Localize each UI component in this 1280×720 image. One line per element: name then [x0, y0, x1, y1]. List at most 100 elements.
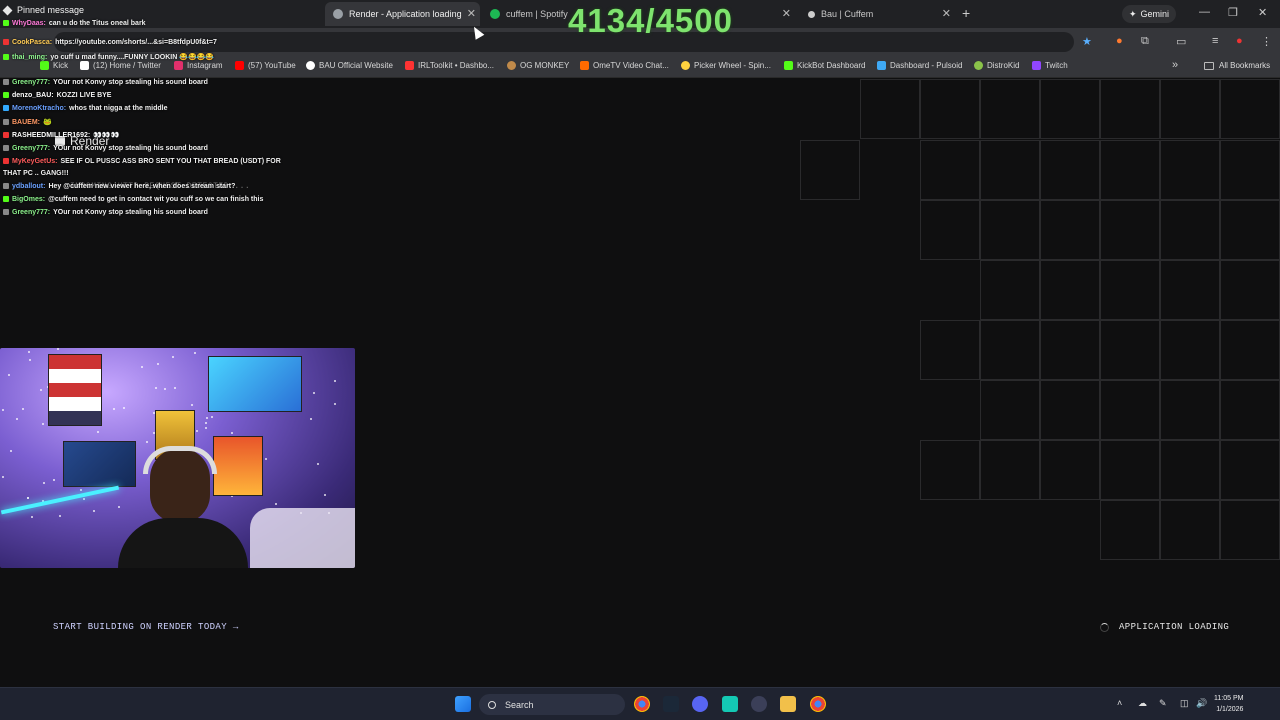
windows-start-icon[interactable]: [455, 696, 471, 712]
grid-cell: [1100, 200, 1160, 260]
bed-sheets: [250, 508, 355, 568]
grid-cell: [1220, 440, 1280, 500]
all-bookmarks-label: All Bookmarks: [1219, 61, 1271, 70]
star-icon[interactable]: ★: [1082, 35, 1092, 48]
minimize-icon[interactable]: —: [1199, 6, 1210, 18]
wifi-icon[interactable]: ◫: [1180, 698, 1189, 709]
star-light: [206, 417, 208, 419]
star-light: [265, 458, 267, 460]
tab-render[interactable]: Render - Application loading ✕: [325, 2, 480, 26]
star-light: [10, 450, 12, 452]
grid-cell: [920, 440, 980, 500]
chat-text: yo cuff u mad funny....FUNNY LOOKIN 😂😂😂😂: [50, 54, 215, 61]
grid-cell: [980, 140, 1040, 200]
star-light: [334, 403, 336, 405]
close-window-icon[interactable]: ✕: [1258, 6, 1267, 19]
puzzle-icon[interactable]: ⧉: [1141, 35, 1149, 48]
bookmark-youtube[interactable]: (57) YouTube: [235, 61, 296, 70]
chat-badge-icon: [3, 119, 9, 125]
grid-cell: [1040, 320, 1100, 380]
bookmark-bau[interactable]: BAU Official Website: [306, 61, 393, 70]
chat-badge-icon: [3, 105, 9, 111]
bookmark-pulsoid[interactable]: Dashboard - Pulsoid: [877, 61, 962, 70]
chevron-up-icon[interactable]: ˄: [1117, 698, 1122, 708]
bookmark-kickbot[interactable]: KickBot Dashboard: [784, 61, 865, 70]
grid-cell: [1100, 320, 1160, 380]
star-light: [28, 351, 30, 353]
bookmark-distrokid[interactable]: DistroKid: [974, 61, 1019, 70]
star-light: [16, 418, 18, 420]
chrome-active-icon[interactable]: [810, 696, 826, 712]
chat-badge-icon: [3, 196, 9, 202]
star-light: [172, 356, 174, 358]
streamer-body: [118, 518, 248, 568]
chrome-icon[interactable]: [634, 696, 650, 712]
profile-icon[interactable]: ●: [1236, 35, 1243, 47]
close-icon[interactable]: ✕: [782, 7, 791, 20]
volume-icon[interactable]: 🔊: [1196, 698, 1207, 709]
steam-icon[interactable]: [663, 696, 679, 712]
cloud-icon[interactable]: ☁: [1138, 698, 1147, 709]
close-icon[interactable]: ✕: [467, 7, 476, 20]
discord-icon[interactable]: [692, 696, 708, 712]
bookmark-irltoolkit[interactable]: IRLToolkit • Dashbo...: [405, 61, 494, 70]
bookmark-label: Twitch: [1045, 61, 1068, 70]
bookmark-picker-wheel[interactable]: Picker Wheel - Spin...: [681, 61, 771, 70]
restore-icon[interactable]: ❐: [1228, 6, 1238, 19]
globe-icon: [306, 61, 315, 70]
close-icon[interactable]: ✕: [942, 7, 951, 20]
grid-cell: [920, 320, 980, 380]
app-icon[interactable]: [722, 696, 738, 712]
clock-time: 11:05 PM: [1214, 695, 1244, 702]
pen-icon[interactable]: ✎: [1159, 698, 1167, 709]
bookmark-kick[interactable]: Kick: [40, 61, 68, 70]
star-light: [191, 404, 193, 406]
distrokid-icon: [974, 61, 983, 70]
tab-bau-2[interactable]: Bau | Cuffem ✕: [800, 2, 955, 26]
menu-lines-icon[interactable]: ≡: [1212, 35, 1218, 47]
bookmark-og-monkey[interactable]: OG MONKEY: [507, 61, 569, 70]
sparkle-icon: ✦: [1129, 8, 1137, 19]
gemini-button[interactable]: ✦ Gemini: [1122, 5, 1177, 23]
bookmark-twitter[interactable]: (12) Home / Twitter: [80, 61, 161, 70]
pulsoid-icon: [877, 61, 886, 70]
loading-label: APPLICATION LOADING: [1119, 622, 1230, 632]
grid-cell: [1100, 380, 1160, 440]
bookmark-label: OG MONKEY: [520, 61, 570, 70]
chat-username: denzo_BAU:: [12, 92, 54, 99]
chat-text: @cuffem need to get in contact wit you c…: [48, 196, 264, 203]
file-explorer-icon[interactable]: [780, 696, 796, 712]
extension-icon[interactable]: ●: [1116, 35, 1123, 47]
star-light: [57, 348, 59, 350]
bookmark-label: (57) YouTube: [248, 61, 296, 70]
chat-username: RASHEEDMILLER1692:: [12, 132, 91, 139]
star-light: [174, 387, 176, 389]
chat-message: denzo_BAU: KOZZI LIVE BYE: [3, 92, 111, 99]
bookmark-twitch[interactable]: Twitch: [1032, 61, 1068, 70]
star-light: [324, 494, 326, 496]
obs-icon[interactable]: [751, 696, 767, 712]
grid-cell: [980, 200, 1040, 260]
star-light: [31, 516, 33, 518]
grid-cell: [980, 380, 1040, 440]
bookmark-ometv[interactable]: OmeTV Video Chat...: [580, 61, 669, 70]
taskbar-search[interactable]: Search: [479, 694, 625, 715]
star-light: [59, 515, 61, 517]
chat-text: THAT PC .. GANG!!!: [3, 170, 69, 177]
chat-text: YOur not Konvy stop stealing his sound b…: [53, 209, 208, 216]
bookmark-label: BAU Official Website: [319, 61, 393, 70]
new-tab-button[interactable]: +: [962, 5, 970, 21]
bookmark-instagram[interactable]: Instagram: [174, 61, 223, 70]
system-clock[interactable]: 11:05 PM 1/1/2026: [1214, 693, 1243, 715]
poster-cartoon: [213, 436, 263, 496]
all-bookmarks-button[interactable]: All Bookmarks: [1204, 61, 1270, 70]
start-building-link[interactable]: START BUILDING ON RENDER TODAY →: [53, 622, 239, 632]
chat-message: BigOmes: @cuffem need to get in contact w…: [3, 196, 263, 203]
kickbot-icon: [784, 61, 793, 70]
chevron-right-icon[interactable]: »: [1172, 59, 1178, 71]
cast-icon[interactable]: ▭: [1176, 35, 1186, 48]
star-light: [53, 479, 55, 481]
kebab-menu-icon[interactable]: ⋮: [1261, 35, 1272, 48]
star-light: [123, 407, 125, 409]
chat-text: can u do the Titus oneal bark: [48, 20, 146, 27]
